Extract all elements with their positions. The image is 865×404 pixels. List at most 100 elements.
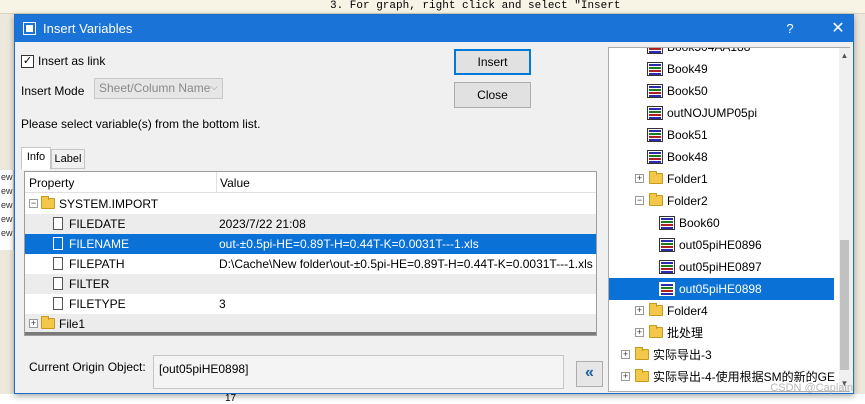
dialog-title: Insert Variables <box>43 21 133 36</box>
project-tree: Book504AA188 Book49 Book50 outNOJUMP05pi… <box>608 47 850 392</box>
property-value: D:\Cache\New folder\out-±0.5pi-HE=0.89T-… <box>219 257 593 271</box>
workbook-icon <box>647 62 663 76</box>
tree-item-folder[interactable]: + 批处理 <box>635 322 849 344</box>
background-left-line: ew <box>1 214 13 224</box>
tree-item-label: Folder1 <box>667 172 708 186</box>
instruction-text: Please select variable(s) from the botto… <box>21 117 261 131</box>
background-editor-strip: 3. For graph, right click and select "In… <box>0 0 865 14</box>
background-left-line: ew <box>1 228 13 238</box>
column-header-value[interactable]: Value <box>220 176 250 190</box>
collapse-panel-button[interactable]: « <box>576 361 603 387</box>
grid-header: Property Value <box>25 172 596 193</box>
tree-item-label: 实际导出-3 <box>653 348 712 362</box>
workbook-icon <box>647 106 663 120</box>
expand-icon[interactable]: + <box>635 174 644 183</box>
file-icon <box>53 277 63 290</box>
watermark-text: CSDN @Caplain <box>770 382 853 394</box>
tree-item-folder[interactable]: − Folder2 <box>635 190 849 212</box>
tree-item-label: Book50 <box>667 84 708 98</box>
title-bar[interactable]: Insert Variables ? ✕ <box>15 15 853 42</box>
grid-row-filter[interactable]: FILTER <box>25 274 596 294</box>
workbook-icon <box>659 238 675 252</box>
background-left-line: ew <box>1 186 13 196</box>
property-name: FILENAME <box>69 237 130 251</box>
grid-bottom-bar <box>25 332 596 335</box>
grid-row-system-import[interactable]: − SYSTEM.IMPORT <box>25 194 596 214</box>
expand-icon[interactable]: + <box>621 372 630 381</box>
workbook-icon <box>659 216 675 230</box>
expand-icon[interactable]: + <box>621 350 630 359</box>
grid-row-filedate[interactable]: FILEDATE 2023/7/22 21:08 <box>25 214 596 234</box>
workbook-icon <box>659 282 675 296</box>
folder-icon <box>41 316 55 329</box>
tree-item-folder[interactable]: + Folder4 <box>635 300 849 322</box>
tree-item-label: outNOJUMP05pi <box>667 106 758 120</box>
tree-item[interactable]: Book50 <box>647 80 849 102</box>
tree-item-folder[interactable]: + Folder1 <box>635 168 849 190</box>
chevron-down-icon: ⌵ <box>210 82 218 93</box>
tree-item-label: 批处理 <box>667 326 704 340</box>
expand-icon[interactable]: + <box>29 319 38 328</box>
property-value: 2023/7/22 21:08 <box>219 217 306 231</box>
column-header-property[interactable]: Property <box>29 176 74 190</box>
tree-item[interactable]: Book51 <box>647 124 849 146</box>
collapse-icon[interactable]: − <box>635 196 644 205</box>
window-app-icon <box>23 22 36 35</box>
tree-item-label: out05piHE0897 <box>679 260 762 274</box>
insert-as-link-label[interactable]: Insert as link <box>38 54 105 68</box>
insert-variables-dialog: Insert Variables ? ✕ ✓ Insert as link In… <box>14 14 854 394</box>
file-icon <box>53 257 63 270</box>
tree-item-label: out05piHE0896 <box>679 238 762 252</box>
insert-mode-value: Sheet/Column Name <box>99 81 211 95</box>
background-left-line: ew <box>1 200 13 210</box>
tree-item[interactable]: Book49 <box>647 58 849 80</box>
scrollbar-thumb[interactable] <box>840 240 849 370</box>
tab-label[interactable]: Label <box>51 149 85 169</box>
folder-icon <box>649 171 663 184</box>
tree-item[interactable]: Book504AA188 <box>647 48 849 58</box>
tree-item-label: Book48 <box>667 150 708 164</box>
insert-as-link-checkbox[interactable]: ✓ <box>21 55 34 68</box>
file-icon <box>53 217 63 230</box>
tree-item-selected[interactable]: out05piHE0898 <box>609 278 834 300</box>
insert-mode-select[interactable]: Sheet/Column Name ⌵ <box>94 78 223 99</box>
tree-item-label: Folder4 <box>667 304 708 318</box>
folder-icon <box>41 196 55 209</box>
property-name: FILTER <box>69 277 110 291</box>
property-name: FILETYPE <box>69 297 126 311</box>
insert-button[interactable]: Insert <box>454 49 531 75</box>
background-left-panel: ew ew ew ew ew <box>0 170 14 250</box>
folder-icon <box>649 303 663 316</box>
tree-item[interactable]: outNOJUMP05pi <box>647 102 849 124</box>
collapse-icon[interactable]: − <box>29 199 38 208</box>
close-button[interactable]: Close <box>454 82 531 108</box>
tree-item[interactable]: Book48 <box>647 146 849 168</box>
grid-row-file1[interactable]: + File1 <box>25 314 596 334</box>
tree-item-label: Book60 <box>679 216 720 230</box>
column-separator[interactable] <box>216 172 217 193</box>
help-button[interactable]: ? <box>775 15 805 42</box>
tree-item[interactable]: out05piHE0896 <box>659 234 849 256</box>
folder-icon <box>649 325 663 338</box>
property-value: out-±0.5pi-HE=0.89T-H=0.44T-K=0.0031T---… <box>219 237 479 251</box>
property-name: File1 <box>59 317 86 331</box>
folder-icon <box>649 193 663 206</box>
grid-row-filetype[interactable]: FILETYPE 3 <box>25 294 596 314</box>
tree-item[interactable]: out05piHE0897 <box>659 256 849 278</box>
workbook-icon <box>647 128 663 142</box>
close-window-button[interactable]: ✕ <box>821 15 855 42</box>
tree-scrollbar[interactable]: ▲ ▼ <box>839 48 850 391</box>
tree-item-label: Book49 <box>667 62 708 76</box>
tree-item-label: Book51 <box>667 128 708 142</box>
tab-info[interactable]: Info <box>21 147 51 170</box>
grid-row-filename[interactable]: FILENAME out-±0.5pi-HE=0.89T-H=0.44T-K=0… <box>25 234 596 254</box>
background-code-line: 3. For graph, right click and select "In… <box>330 0 621 12</box>
scroll-up-icon[interactable]: ▲ <box>839 51 850 60</box>
insert-mode-label: Insert Mode <box>21 84 85 98</box>
tree-item-folder[interactable]: + 实际导出-3 <box>621 344 849 366</box>
tree-item[interactable]: Book60 <box>659 212 849 234</box>
expand-icon[interactable]: + <box>635 328 644 337</box>
property-name: FILEDATE <box>69 217 126 231</box>
expand-icon[interactable]: + <box>635 306 644 315</box>
grid-row-filepath[interactable]: FILEPATH D:\Cache\New folder\out-±0.5pi-… <box>25 254 596 274</box>
